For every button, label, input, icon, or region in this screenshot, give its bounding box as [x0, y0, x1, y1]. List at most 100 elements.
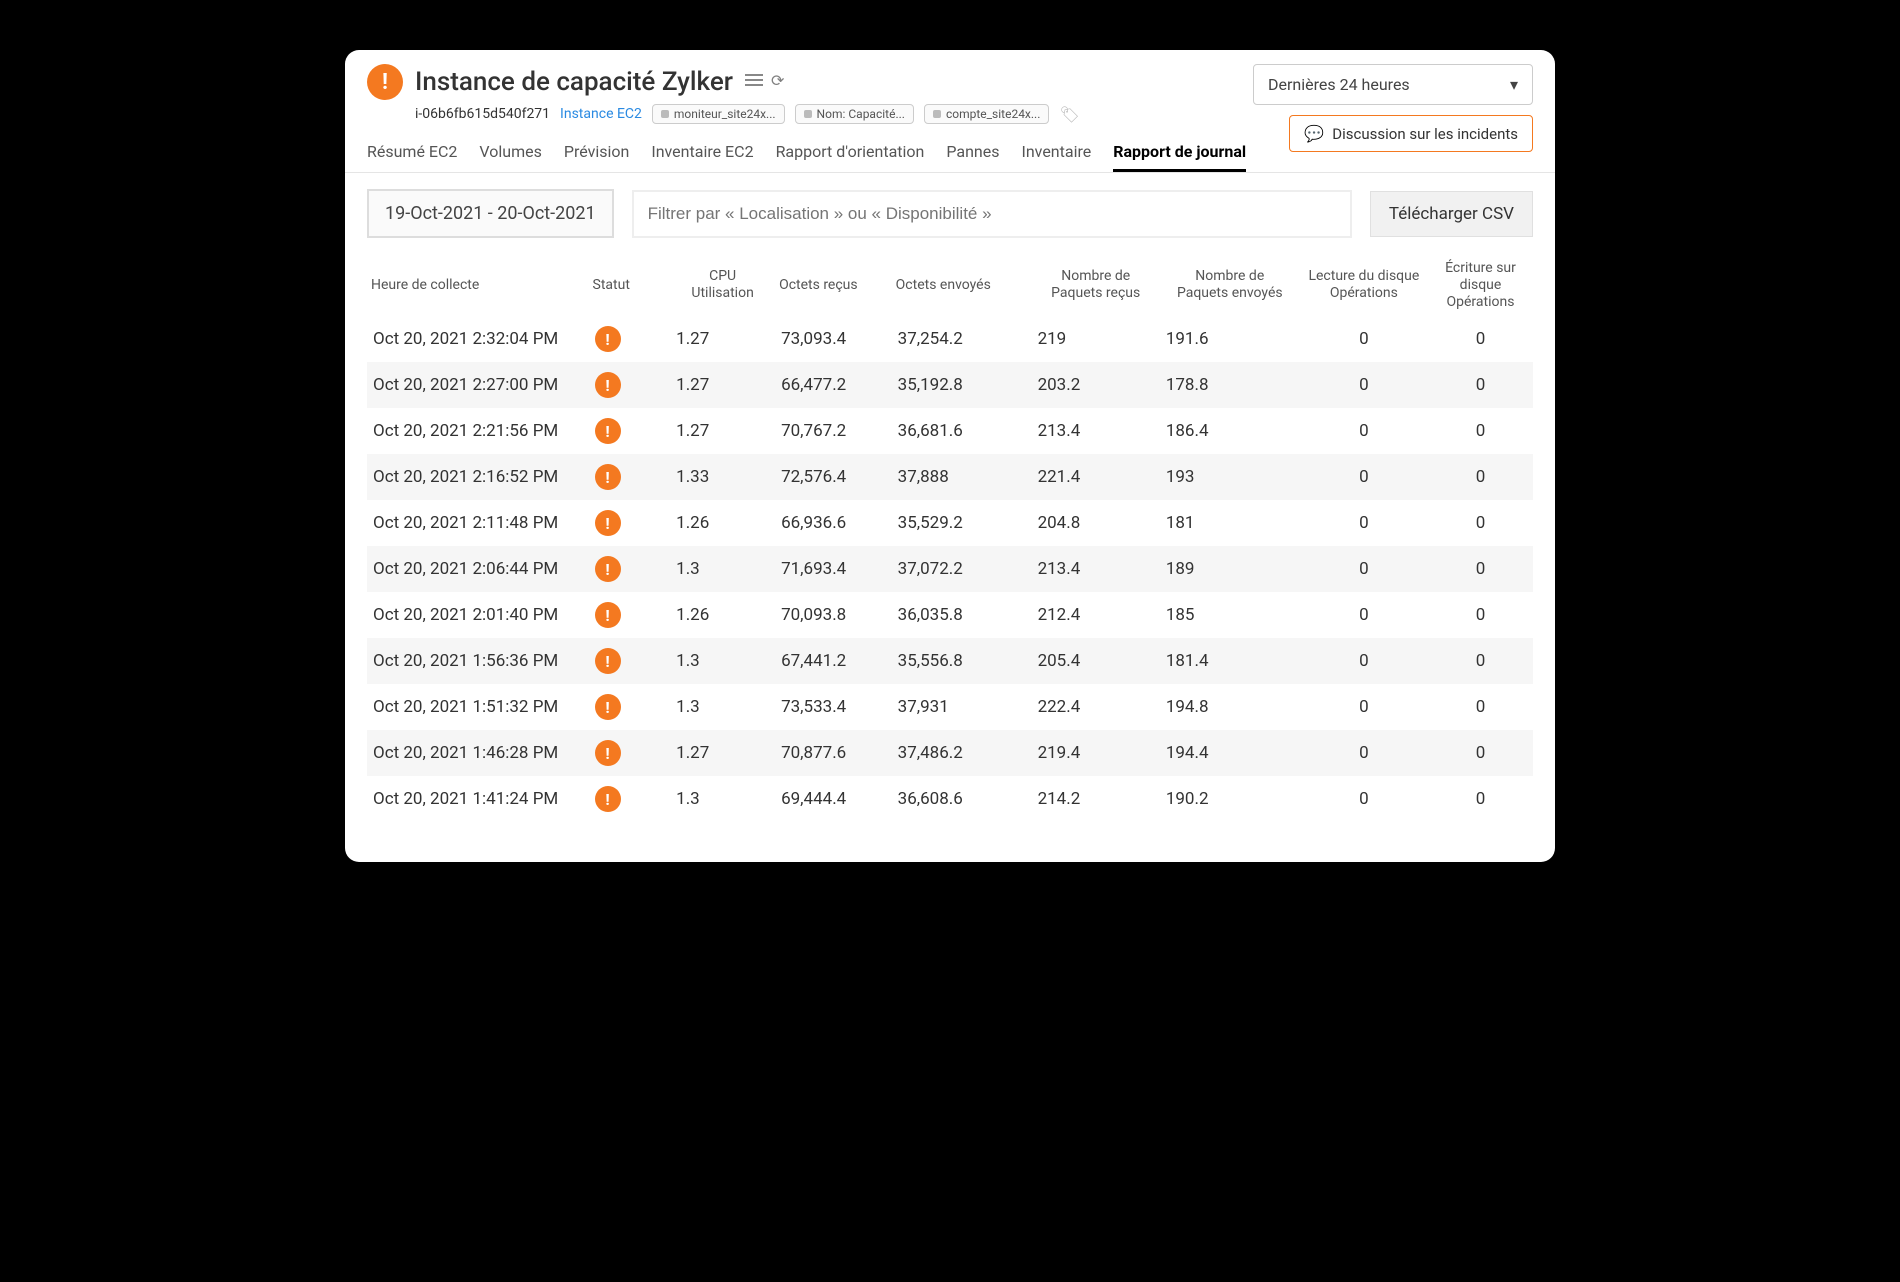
tab-rapport-de-journal[interactable]: Rapport de journal [1113, 134, 1246, 172]
cell-status: ! [589, 730, 671, 776]
cell-bytes-rx: 70,093.8 [775, 592, 892, 638]
tab-pannes[interactable]: Pannes [946, 134, 999, 172]
tag-pill[interactable]: Nom: Capacité... [795, 104, 914, 124]
cell-packets-rx: 221.4 [1032, 454, 1160, 500]
cell-packets-rx: 222.4 [1032, 684, 1160, 730]
time-range-label: Dernières 24 heures [1268, 75, 1410, 94]
tags-icon[interactable]: 🏷 [1059, 105, 1079, 124]
cell-time: Oct 20, 2021 2:21:56 PM [367, 408, 589, 454]
tab-rapport-d-orientation[interactable]: Rapport d'orientation [776, 134, 925, 172]
tab-inventaire-ec2[interactable]: Inventaire EC2 [651, 134, 753, 172]
discuss-incidents-button[interactable]: 💬 Discussion sur les incidents [1289, 115, 1533, 152]
cell-status: ! [589, 316, 671, 362]
col-packets-rx[interactable]: Nombre dePaquets reçus [1032, 254, 1160, 316]
col-status[interactable]: Statut [589, 254, 671, 316]
cell-packets-rx: 205.4 [1032, 638, 1160, 684]
cell-packets-tx: 193 [1160, 454, 1300, 500]
cell-time: Oct 20, 2021 2:16:52 PM [367, 454, 589, 500]
cell-cpu: 1.33 [670, 454, 775, 500]
cell-disk-read: 0 [1300, 776, 1428, 822]
cell-bytes-tx: 37,931 [892, 684, 1032, 730]
tag-pill[interactable]: compte_site24x... [924, 104, 1049, 124]
table-row: Oct 20, 2021 1:51:32 PM!1.373,533.437,93… [367, 684, 1533, 730]
cell-cpu: 1.27 [670, 408, 775, 454]
table-row: Oct 20, 2021 2:16:52 PM! 1.3372,576.437,8… [367, 454, 1533, 500]
cell-status: ! [589, 776, 671, 822]
cell-disk-write: 0 [1428, 500, 1533, 546]
tab-volumes[interactable]: Volumes [479, 134, 541, 172]
cell-disk-read: 0 [1300, 730, 1428, 776]
col-bytes-tx[interactable]: Octets envoyés [892, 254, 1032, 316]
filter-input[interactable] [632, 190, 1352, 238]
cell-bytes-rx: 72,576.4 [775, 454, 892, 500]
table-row: Oct 20, 2021 1:41:24 PM!1.369,444.436,60… [367, 776, 1533, 822]
cell-disk-write: 0 [1428, 684, 1533, 730]
tag-pill[interactable]: moniteur_site24x... [652, 104, 785, 124]
time-range-select[interactable]: Dernières 24 heures ▾ [1253, 64, 1533, 105]
col-disk-read[interactable]: Lecture du disqueOpérations [1300, 254, 1428, 316]
menu-icon[interactable] [745, 71, 763, 93]
cell-packets-rx: 204.8 [1032, 500, 1160, 546]
date-range-picker[interactable]: 19-Oct-2021 - 20-Oct-2021 [367, 189, 614, 238]
discuss-label: Discussion sur les incidents [1332, 125, 1518, 143]
cell-time: Oct 20, 2021 1:56:36 PM [367, 638, 589, 684]
cell-cpu: 1.3 [670, 776, 775, 822]
cell-bytes-tx: 37,254.2 [892, 316, 1032, 362]
log-report-table: Heure de collecte Statut CPUUtilisation … [367, 254, 1533, 822]
cell-bytes-rx: 73,093.4 [775, 316, 892, 362]
tab-pr-vision[interactable]: Prévision [564, 134, 630, 172]
cell-cpu: 1.26 [670, 500, 775, 546]
tab-r-sum-ec2[interactable]: Résumé EC2 [367, 134, 457, 172]
cell-disk-write: 0 [1428, 316, 1533, 362]
cell-packets-tx: 194.8 [1160, 684, 1300, 730]
warning-icon: ! [595, 326, 621, 352]
cell-disk-read: 0 [1300, 408, 1428, 454]
cell-disk-read: 0 [1300, 362, 1428, 408]
cell-bytes-tx: 36,681.6 [892, 408, 1032, 454]
cell-cpu: 1.27 [670, 316, 775, 362]
cell-cpu: 1.27 [670, 362, 775, 408]
col-bytes-rx[interactable]: Octets reçus [775, 254, 892, 316]
chevron-down-icon: ▾ [1510, 75, 1518, 94]
cell-status: ! [589, 546, 671, 592]
cell-bytes-tx: 37,888 [892, 454, 1032, 500]
table-row: Oct 20, 2021 2:32:04 PM!1.2773,093.437,2… [367, 316, 1533, 362]
col-packets-tx[interactable]: Nombre dePaquets envoyés [1160, 254, 1300, 316]
col-cpu[interactable]: CPUUtilisation [670, 254, 775, 316]
col-disk-write[interactable]: Écriture surdisqueOpérations [1428, 254, 1533, 316]
cell-packets-tx: 185 [1160, 592, 1300, 638]
cell-bytes-tx: 35,529.2 [892, 500, 1032, 546]
refresh-icon[interactable]: ⟳ [771, 71, 784, 93]
warning-icon: ! [595, 510, 621, 536]
cell-disk-read: 0 [1300, 592, 1428, 638]
cell-disk-write: 0 [1428, 408, 1533, 454]
table-row: Oct 20, 2021 1:56:36 PM!1.367,441.235,55… [367, 638, 1533, 684]
cell-disk-write: 0 [1428, 638, 1533, 684]
tab-inventaire[interactable]: Inventaire [1021, 134, 1091, 172]
table-row: Oct 20, 2021 2:27:00 PM!1.2766,477.235,1… [367, 362, 1533, 408]
cell-status: ! [589, 684, 671, 730]
cell-disk-read: 0 [1300, 500, 1428, 546]
chat-icon: 💬 [1304, 124, 1324, 143]
warning-icon: ! [595, 786, 621, 812]
cell-bytes-rx: 71,693.4 [775, 546, 892, 592]
instance-type-link[interactable]: Instance EC2 [560, 106, 642, 122]
cell-time: Oct 20, 2021 1:41:24 PM [367, 776, 589, 822]
cell-disk-read: 0 [1300, 638, 1428, 684]
download-csv-button[interactable]: Télécharger CSV [1370, 191, 1533, 237]
cell-packets-rx: 213.4 [1032, 546, 1160, 592]
cell-disk-write: 0 [1428, 546, 1533, 592]
status-icon: ! [367, 64, 403, 100]
cell-time: Oct 20, 2021 2:11:48 PM [367, 500, 589, 546]
cell-cpu: 1.26 [670, 592, 775, 638]
table-row: Oct 20, 2021 2:01:40 PM!1.2670,093.836,0… [367, 592, 1533, 638]
cell-time: Oct 20, 2021 2:06:44 PM [367, 546, 589, 592]
cell-time: Oct 20, 2021 2:27:00 PM [367, 362, 589, 408]
cell-cpu: 1.3 [670, 684, 775, 730]
cell-packets-tx: 186.4 [1160, 408, 1300, 454]
cell-packets-rx: 214.2 [1032, 776, 1160, 822]
cell-packets-tx: 181 [1160, 500, 1300, 546]
cell-disk-write: 0 [1428, 454, 1533, 500]
col-time[interactable]: Heure de collecte [367, 254, 589, 316]
warning-icon: ! [595, 464, 621, 490]
